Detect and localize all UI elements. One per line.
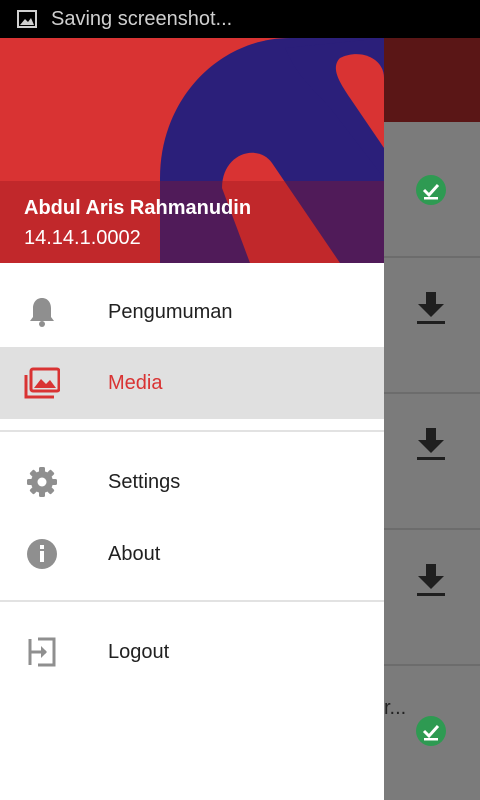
drawer-item-label: About bbox=[108, 542, 161, 565]
exit-icon bbox=[24, 634, 60, 670]
list-item[interactable] bbox=[384, 530, 480, 666]
list-item[interactable] bbox=[384, 122, 480, 258]
status-notification-text: Saving screenshot... bbox=[51, 7, 233, 30]
drawer-item-label: Pengumuman bbox=[108, 300, 233, 323]
drawer-item-label: Settings bbox=[108, 470, 181, 493]
divider bbox=[0, 600, 384, 602]
info-icon bbox=[24, 536, 60, 572]
list-item-text: r... bbox=[384, 697, 407, 719]
drawer-header: Abdul Aris Rahmanudin 14.14.1.0002 bbox=[0, 38, 384, 263]
navigation-drawer: Abdul Aris Rahmanudin 14.14.1.0002 Pengu… bbox=[0, 38, 384, 800]
status-bar: Saving screenshot... bbox=[0, 0, 480, 38]
drawer-item-about[interactable]: About bbox=[0, 518, 384, 590]
gear-icon bbox=[24, 464, 60, 500]
download-icon bbox=[414, 292, 448, 326]
bell-icon bbox=[24, 294, 60, 330]
user-name: Abdul Aris Rahmanudin bbox=[24, 197, 252, 219]
drawer-item-label: Logout bbox=[108, 640, 170, 663]
list-item[interactable] bbox=[384, 394, 480, 530]
check-circle-icon bbox=[414, 173, 448, 207]
download-icon bbox=[414, 428, 448, 462]
background-content[interactable]: r... bbox=[384, 38, 480, 800]
check-circle-icon bbox=[414, 714, 448, 748]
drawer-item-label: Media bbox=[108, 371, 163, 394]
download-icon bbox=[414, 564, 448, 598]
background-toolbar bbox=[384, 38, 480, 122]
drawer-item-logout[interactable]: Logout bbox=[0, 616, 384, 688]
divider bbox=[0, 430, 384, 432]
user-id: 14.14.1.0002 bbox=[24, 227, 141, 249]
header-overlay bbox=[0, 181, 384, 263]
list-item[interactable] bbox=[384, 258, 480, 394]
drawer-item-media[interactable]: Media bbox=[0, 347, 384, 419]
drawer-item-settings[interactable]: Settings bbox=[0, 446, 384, 518]
image-icon bbox=[16, 8, 38, 30]
drawer-item-pengumuman[interactable]: Pengumuman bbox=[0, 276, 384, 348]
list-item[interactable]: r... bbox=[384, 666, 480, 800]
photo-library-icon bbox=[24, 365, 60, 401]
